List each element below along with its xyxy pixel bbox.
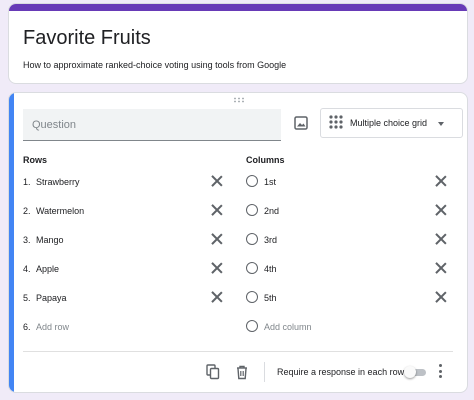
column-label[interactable]: 5th — [264, 293, 277, 303]
radio-circle-icon — [246, 291, 258, 303]
toggle-knob — [404, 366, 416, 378]
row-label[interactable]: Apple — [36, 264, 59, 274]
footer-separator — [264, 362, 265, 382]
remove-row-close-icon[interactable] — [211, 291, 223, 303]
row-number: 5. — [23, 293, 31, 303]
column-item[interactable]: 3rd — [246, 231, 436, 251]
grid-icon — [329, 115, 343, 129]
row-number: 1. — [23, 177, 31, 187]
column-label[interactable]: 4th — [264, 264, 277, 274]
add-column-label[interactable]: Add column — [264, 322, 312, 332]
add-row[interactable]: 6. Add row — [23, 318, 223, 338]
radio-circle-icon — [246, 320, 258, 332]
more-vert-icon[interactable] — [438, 363, 444, 379]
column-item[interactable]: 5th — [246, 289, 436, 309]
add-column[interactable]: Add column — [246, 318, 436, 338]
footer-divider — [23, 351, 453, 352]
row-item[interactable]: 4. Apple — [23, 260, 223, 280]
question-card: Question Multiple choice grid Rows 1. St… — [8, 92, 468, 393]
row-item[interactable]: 1. Strawberry — [23, 173, 223, 193]
row-number: 6. — [23, 322, 31, 332]
drag-handle-icon[interactable] — [233, 97, 245, 103]
radio-circle-icon — [246, 175, 258, 187]
require-response-toggle[interactable] — [404, 366, 426, 378]
row-item[interactable]: 3. Mango — [23, 231, 223, 251]
form-title[interactable]: Favorite Fruits — [23, 26, 151, 50]
radio-circle-icon — [246, 262, 258, 274]
column-label[interactable]: 1st — [264, 177, 276, 187]
column-item[interactable]: 2nd — [246, 202, 436, 222]
row-label[interactable]: Mango — [36, 235, 64, 245]
remove-column-close-icon[interactable] — [435, 175, 447, 187]
radio-circle-icon — [246, 204, 258, 216]
remove-column-close-icon[interactable] — [435, 262, 447, 274]
rows-heading: Rows — [23, 155, 48, 165]
active-indicator — [9, 93, 14, 392]
remove-column-close-icon[interactable] — [435, 204, 447, 216]
remove-column-close-icon[interactable] — [435, 291, 447, 303]
remove-row-close-icon[interactable] — [211, 175, 223, 187]
remove-row-close-icon[interactable] — [211, 262, 223, 274]
remove-row-close-icon[interactable] — [211, 204, 223, 216]
remove-row-close-icon[interactable] — [211, 233, 223, 245]
row-label[interactable]: Watermelon — [36, 206, 84, 216]
row-number: 4. — [23, 264, 31, 274]
row-label[interactable]: Strawberry — [36, 177, 80, 187]
image-icon[interactable] — [292, 114, 310, 132]
row-label[interactable]: Papaya — [36, 293, 67, 303]
row-number: 3. — [23, 235, 31, 245]
column-item[interactable]: 1st — [246, 173, 436, 193]
column-item[interactable]: 4th — [246, 260, 436, 280]
question-type-label: Multiple choice grid — [350, 118, 428, 128]
columns-heading: Columns — [246, 155, 285, 165]
column-label[interactable]: 3rd — [264, 235, 277, 245]
add-row-label[interactable]: Add row — [36, 322, 69, 332]
form-description[interactable]: How to approximate ranked-choice voting … — [23, 59, 286, 71]
copy-icon[interactable] — [206, 364, 220, 380]
trash-icon[interactable] — [235, 364, 249, 380]
accent-bar — [9, 4, 467, 11]
row-item[interactable]: 5. Papaya — [23, 289, 223, 309]
require-response-label: Require a response in each row — [277, 367, 405, 377]
radio-circle-icon — [246, 233, 258, 245]
row-item[interactable]: 2. Watermelon — [23, 202, 223, 222]
question-type-dropdown[interactable]: Multiple choice grid — [320, 108, 463, 138]
remove-column-close-icon[interactable] — [435, 233, 447, 245]
column-label[interactable]: 2nd — [264, 206, 279, 216]
chevron-down-icon — [438, 122, 444, 126]
question-input[interactable]: Question — [23, 109, 281, 141]
form-title-card: Favorite Fruits How to approximate ranke… — [8, 3, 468, 84]
row-number: 2. — [23, 206, 31, 216]
